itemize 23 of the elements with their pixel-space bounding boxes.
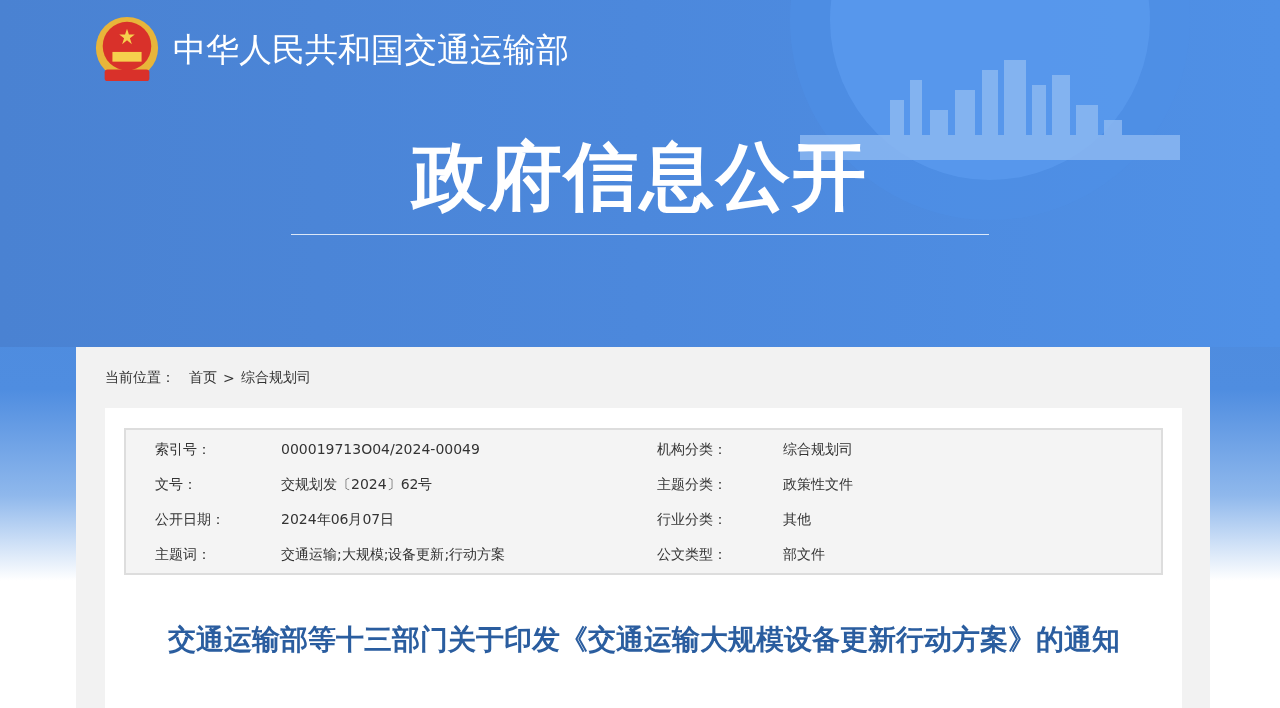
metadata-label: 主题分类： <box>657 475 728 494</box>
article-title: 交通运输部等十三部门关于印发《交通运输大规模设备更新行动方案》的通知 <box>166 622 1121 658</box>
metadata-value: 交规划发〔2024〕62号 <box>281 475 434 494</box>
metadata-label: 行业分类： <box>657 510 728 529</box>
metadata-value: 2024年06月07日 <box>281 510 396 529</box>
site-title: 中华人民共和国交通运输部 <box>173 28 569 71</box>
metadata-label: 公文类型： <box>657 545 728 564</box>
breadcrumb-link[interactable]: 首页 <box>189 369 217 387</box>
metadata-value: 其他 <box>783 510 812 529</box>
metadata-value: 部文件 <box>783 545 826 564</box>
metadata-value: 政策性文件 <box>783 475 854 494</box>
breadcrumb-separator: > <box>223 370 235 386</box>
metadata-value: 综合规划司 <box>783 440 854 459</box>
section-title: 政府信息公开 <box>412 132 868 221</box>
metadata-value: 000019713O04/2024-00049 <box>281 440 481 459</box>
breadcrumb-label: 当前位置： <box>105 369 175 387</box>
metadata-label: 索引号： <box>155 440 212 459</box>
metadata-label: 公开日期： <box>155 510 226 529</box>
metadata-value: 交通运输;大规模;设备更新;行动方案 <box>281 545 507 564</box>
breadcrumb-link[interactable]: 综合规划司 <box>240 369 311 387</box>
metadata-label: 文号： <box>155 475 198 494</box>
metadata-label: 机构分类： <box>657 440 728 459</box>
metadata-label: 主题词： <box>155 545 212 564</box>
